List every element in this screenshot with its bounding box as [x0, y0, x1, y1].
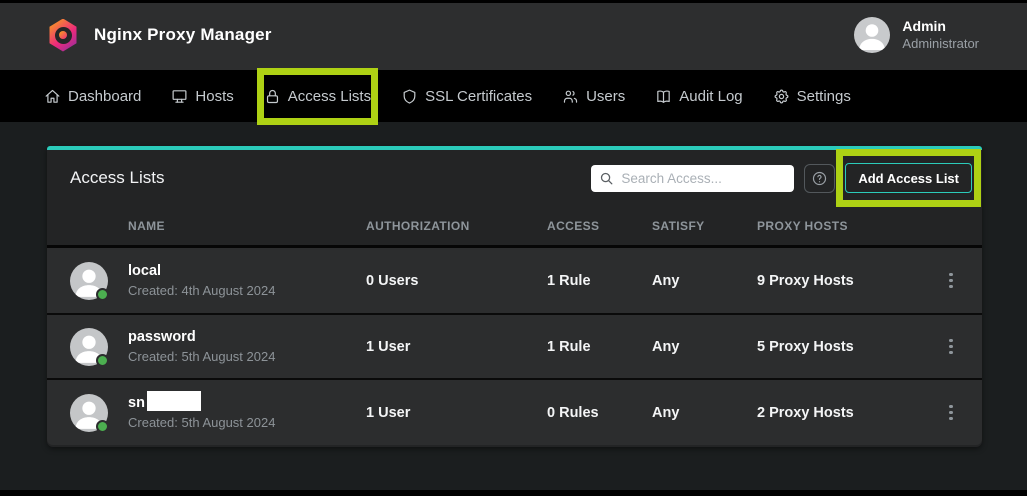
authorization-value: 0 Users	[366, 273, 547, 289]
created-date: Created: 4th August 2024	[128, 282, 366, 301]
nav-item-users[interactable]: Users	[562, 88, 625, 105]
user-role: Administrator	[902, 36, 979, 52]
access-value: 0 Rules	[547, 405, 652, 421]
column-header-authorization: AUTHORIZATION	[366, 219, 547, 233]
nav-item-label: Users	[586, 88, 625, 105]
nav-item-label: Audit Log	[679, 88, 742, 105]
satisfy-value: Any	[652, 339, 757, 355]
nav-item-access-lists[interactable]: Access Lists	[264, 88, 371, 105]
proxy-hosts-value: 2 Proxy Hosts	[757, 405, 938, 421]
column-header-proxy-hosts: PROXY HOSTS	[757, 219, 938, 233]
proxy-hosts-value: 9 Proxy Hosts	[757, 273, 938, 289]
nav-item-label: SSL Certificates	[425, 88, 532, 105]
online-status-dot	[96, 354, 109, 367]
row-avatar	[70, 394, 108, 432]
nav-item-label: Hosts	[195, 88, 233, 105]
access-value: 1 Rule	[547, 339, 652, 355]
page-content: Access Lists Add Access List NAME AUTHOR…	[0, 122, 1027, 496]
nav-item-settings[interactable]: Settings	[773, 88, 851, 105]
satisfy-value: Any	[652, 273, 757, 289]
npm-logo-hexagon-icon	[48, 19, 78, 52]
access-value: 1 Rule	[547, 273, 652, 289]
user-menu[interactable]: Admin Administrator	[854, 17, 979, 53]
column-header-name: NAME	[128, 219, 366, 233]
row-menu-kebab-icon[interactable]	[938, 332, 964, 362]
monitor-icon	[171, 88, 188, 105]
app-brand[interactable]: Nginx Proxy Manager	[48, 19, 272, 52]
search-box	[591, 165, 794, 192]
authorization-value: 1 User	[366, 339, 547, 355]
window-bottom-edge	[0, 490, 1027, 496]
redaction-box	[147, 391, 201, 411]
app-title: Nginx Proxy Manager	[94, 25, 272, 45]
column-header-satisfy: SATISFY	[652, 219, 757, 233]
created-date: Created: 5th August 2024	[128, 348, 366, 367]
satisfy-value: Any	[652, 405, 757, 421]
access-list-table-body: local Created: 4th August 2024 0 Users 1…	[47, 248, 982, 445]
nav-item-label: Dashboard	[68, 88, 141, 105]
main-nav: Dashboard Hosts Access Lists SSL Certifi…	[0, 70, 1027, 122]
access-lists-panel: Access Lists Add Access List NAME AUTHOR…	[47, 146, 982, 447]
table-row: local Created: 4th August 2024 0 Users 1…	[47, 248, 982, 313]
app-header: Nginx Proxy Manager Admin Administrator	[0, 0, 1027, 70]
gear-icon	[773, 88, 790, 105]
access-list-name: sn	[128, 393, 366, 414]
user-name: Admin	[902, 18, 979, 36]
users-icon	[562, 88, 579, 105]
window-top-edge	[0, 0, 1027, 3]
nav-item-hosts[interactable]: Hosts	[171, 88, 233, 105]
nav-item-label: Settings	[797, 88, 851, 105]
nav-item-dashboard[interactable]: Dashboard	[44, 88, 141, 105]
table-row: password Created: 5th August 2024 1 User…	[47, 313, 982, 378]
proxy-hosts-value: 5 Proxy Hosts	[757, 339, 938, 355]
shield-icon	[401, 88, 418, 105]
authorization-value: 1 User	[366, 405, 547, 421]
row-menu-kebab-icon[interactable]	[938, 398, 964, 428]
row-menu-kebab-icon[interactable]	[938, 266, 964, 296]
column-header-access: ACCESS	[547, 219, 652, 233]
created-date: Created: 5th August 2024	[128, 414, 366, 433]
search-icon	[599, 171, 614, 186]
user-avatar	[854, 17, 890, 53]
circle-question-icon	[811, 170, 828, 187]
access-list-name: local	[128, 261, 366, 282]
table-header-row: NAME AUTHORIZATION ACCESS SATISFY PROXY …	[47, 206, 982, 245]
add-access-list-button[interactable]: Add Access List	[845, 163, 972, 193]
row-avatar	[70, 328, 108, 366]
panel-title: Access Lists	[70, 168, 164, 188]
search-input[interactable]	[621, 171, 786, 186]
help-button[interactable]	[804, 164, 835, 193]
nav-item-ssl-certificates[interactable]: SSL Certificates	[401, 88, 532, 105]
nav-item-audit-log[interactable]: Audit Log	[655, 88, 742, 105]
online-status-dot	[96, 288, 109, 301]
access-list-name: password	[128, 327, 366, 348]
nav-item-label: Access Lists	[288, 88, 371, 105]
lock-icon	[264, 88, 281, 105]
book-icon	[655, 88, 672, 105]
online-status-dot	[96, 420, 109, 433]
home-icon	[44, 88, 61, 105]
row-avatar	[70, 262, 108, 300]
table-row: sn Created: 5th August 2024 1 User 0 Rul…	[47, 378, 982, 445]
